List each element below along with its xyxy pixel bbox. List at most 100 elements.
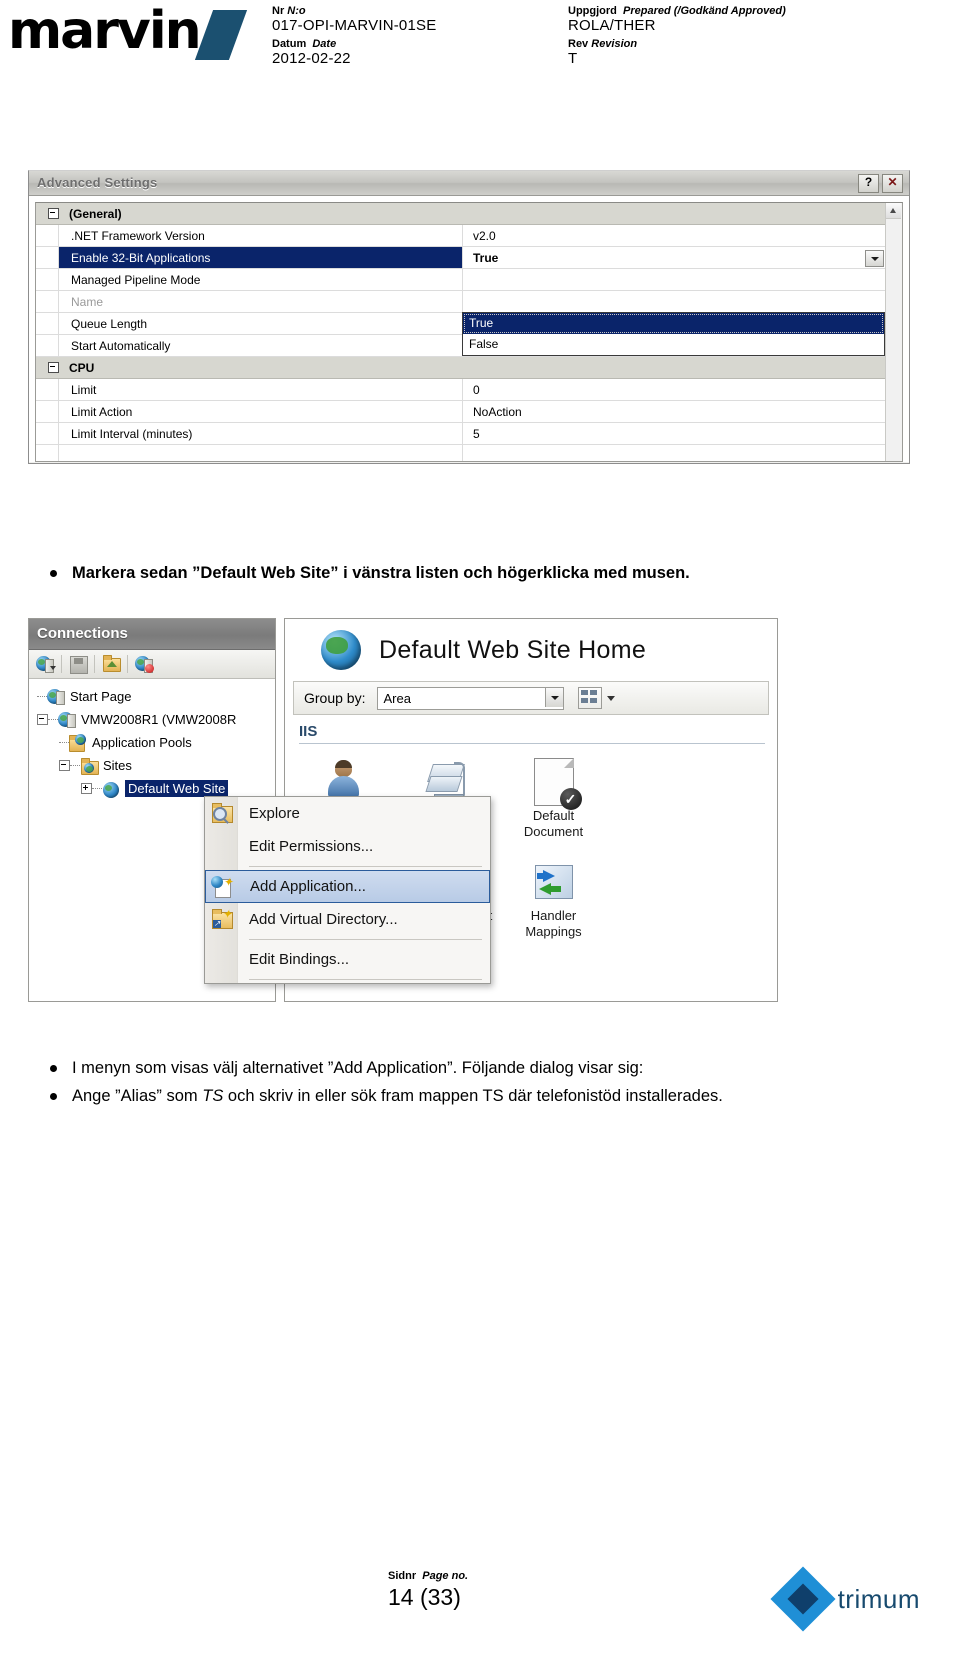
scroll-up-icon[interactable] <box>886 203 901 219</box>
context-menu-item-add-application[interactable]: ✦ Add Application... <box>205 870 490 903</box>
connections-tree: Start Page VMW2008R1 (VMW2008R Applicati… <box>29 679 275 800</box>
tree-line <box>92 787 102 790</box>
sites-folder-icon <box>80 757 100 775</box>
property-row-managed-pipeline-mode[interactable]: Managed Pipeline Mode <box>36 269 885 291</box>
collapse-icon[interactable] <box>37 714 48 725</box>
logo-wordmark: marvin <box>8 1 202 61</box>
bullet-block-1: Markera sedan ”Default Web Site” i vänst… <box>42 560 922 588</box>
property-value[interactable]: v2.0 <box>463 225 885 246</box>
property-row-partial[interactable] <box>36 445 885 461</box>
collapse-icon[interactable] <box>48 208 59 219</box>
instruction-bullet-2: I menyn som visas välj alternativet ”Add… <box>42 1055 922 1081</box>
folder-open-icon[interactable] <box>101 654 121 674</box>
property-value[interactable]: True <box>463 247 885 268</box>
chevron-down-icon[interactable] <box>607 695 616 701</box>
connect-globe-icon[interactable] <box>35 654 56 674</box>
property-name: Enable 32-Bit Applications <box>59 247 463 268</box>
header-column-right: Uppgjord Prepared (/Godkänd Approved) RO… <box>568 4 898 66</box>
property-row-name[interactable]: Name <box>36 291 885 313</box>
expand-icon[interactable] <box>81 783 92 794</box>
vertical-scrollbar[interactable] <box>885 203 902 461</box>
instruction-bullet-1: Markera sedan ”Default Web Site” i vänst… <box>42 560 922 586</box>
context-menu[interactable]: Explore Edit Permissions... ✦ Add Applic… <box>204 796 491 984</box>
property-group-cpu[interactable]: CPU <box>36 357 885 379</box>
property-group-general[interactable]: (General) <box>36 203 885 225</box>
row-gutter <box>36 379 59 400</box>
feature-default-document[interactable]: ✓ Default Document <box>501 756 606 840</box>
property-value[interactable] <box>463 445 885 461</box>
save-icon[interactable] <box>68 654 88 674</box>
tree-item-label: Default Web Site <box>125 780 229 797</box>
property-value[interactable]: 5 <box>463 423 885 444</box>
property-row-net-framework-version[interactable]: .NET Framework Version v2.0 <box>36 225 885 247</box>
tree-item-label: VMW2008R1 (VMW2008R <box>81 712 237 727</box>
context-menu-label: Add Virtual Directory... <box>249 911 398 928</box>
page-number: 14 (33) <box>388 1584 461 1610</box>
collapse-icon[interactable] <box>59 760 70 771</box>
property-name: Start Automatically <box>59 335 463 356</box>
property-name: Limit <box>59 379 463 400</box>
view-mode-icon[interactable] <box>578 687 603 709</box>
trimum-diamond-icon <box>770 1566 836 1632</box>
explore-folder-icon <box>211 803 233 823</box>
header-label-rev: Rev Revision <box>568 38 638 50</box>
section-title: IIS <box>299 723 318 740</box>
iis-section: IIS <box>299 723 777 744</box>
header-value-uppgjord: ROLA/THER <box>568 17 656 34</box>
bullet-block-2: I menyn som visas välj alternativet ”Add… <box>42 1055 922 1111</box>
chevron-down-icon[interactable] <box>545 687 564 707</box>
row-gutter <box>36 291 59 312</box>
group-label: (General) <box>69 206 122 221</box>
dropdown-option-false[interactable]: False <box>463 334 884 355</box>
property-value[interactable] <box>463 269 885 290</box>
website-globe-icon <box>321 630 361 670</box>
context-menu-item-edit-permissions[interactable]: Edit Permissions... <box>205 830 490 863</box>
tree-item-application-pools[interactable]: Application Pools <box>51 731 275 754</box>
help-button[interactable]: ? <box>858 174 879 193</box>
tree-item-server[interactable]: VMW2008R1 (VMW2008R <box>29 708 275 731</box>
document-footer: Sidnr Page no. 14 (33) trimum <box>0 1566 960 1640</box>
row-gutter <box>36 401 59 422</box>
content-pane-header: Default Web Site Home <box>285 619 777 681</box>
group-by-label: Group by: <box>304 690 366 706</box>
logo-slash-icon <box>194 10 248 60</box>
row-gutter <box>36 247 59 268</box>
context-menu-item-add-virtual-directory[interactable]: ✦ ↗ Add Virtual Directory... <box>205 903 490 936</box>
context-menu-item-explore[interactable]: Explore <box>205 797 490 830</box>
group-label: CPU <box>69 360 95 375</box>
dropdown-option-true[interactable]: True <box>463 313 884 334</box>
chevron-down-icon[interactable] <box>865 250 884 267</box>
property-name: Limit Action <box>59 401 463 422</box>
website-globe-icon <box>102 780 122 798</box>
header-value-nr: 017-OPI-MARVIN-01SE <box>272 17 437 34</box>
tree-item-sites[interactable]: Sites <box>51 754 275 777</box>
property-value[interactable]: 0 <box>463 379 885 400</box>
tree-line <box>37 695 47 698</box>
add-virtual-directory-icon: ✦ ↗ <box>212 907 233 929</box>
row-gutter <box>36 445 59 461</box>
connections-toolbar <box>29 650 275 679</box>
tree-item-label: Start Page <box>70 689 132 704</box>
disconnect-globe-icon[interactable] <box>134 654 154 674</box>
tree-item-label: Application Pools <box>92 735 192 750</box>
instruction-bullet-3: Ange ”Alias” som TS och skriv in eller s… <box>42 1083 922 1109</box>
feature-handler-mappings[interactable]: Handler Mappings <box>501 856 606 940</box>
tree-item-start-page[interactable]: Start Page <box>29 685 275 708</box>
row-gutter <box>36 269 59 290</box>
property-row-limit-interval[interactable]: Limit Interval (minutes) 5 <box>36 423 885 445</box>
close-button[interactable]: ✕ <box>882 174 903 193</box>
property-name: .NET Framework Version <box>59 225 463 246</box>
collapse-icon[interactable] <box>48 362 59 373</box>
property-grid[interactable]: (General) .NET Framework Version v2.0 En… <box>35 202 903 462</box>
boolean-dropdown-list[interactable]: True False <box>462 312 885 356</box>
section-divider <box>299 743 765 744</box>
property-row-enable-32bit-applications[interactable]: Enable 32-Bit Applications True <box>36 247 885 269</box>
context-menu-item-edit-bindings[interactable]: Edit Bindings... <box>205 943 490 976</box>
connections-header: Connections <box>29 619 275 650</box>
group-by-select[interactable]: Area <box>377 686 565 710</box>
property-row-limit-action[interactable]: Limit Action NoAction <box>36 401 885 423</box>
property-value[interactable]: NoAction <box>463 401 885 422</box>
property-row-limit[interactable]: Limit 0 <box>36 379 885 401</box>
context-menu-separator <box>249 979 482 980</box>
context-menu-separator <box>249 866 482 867</box>
